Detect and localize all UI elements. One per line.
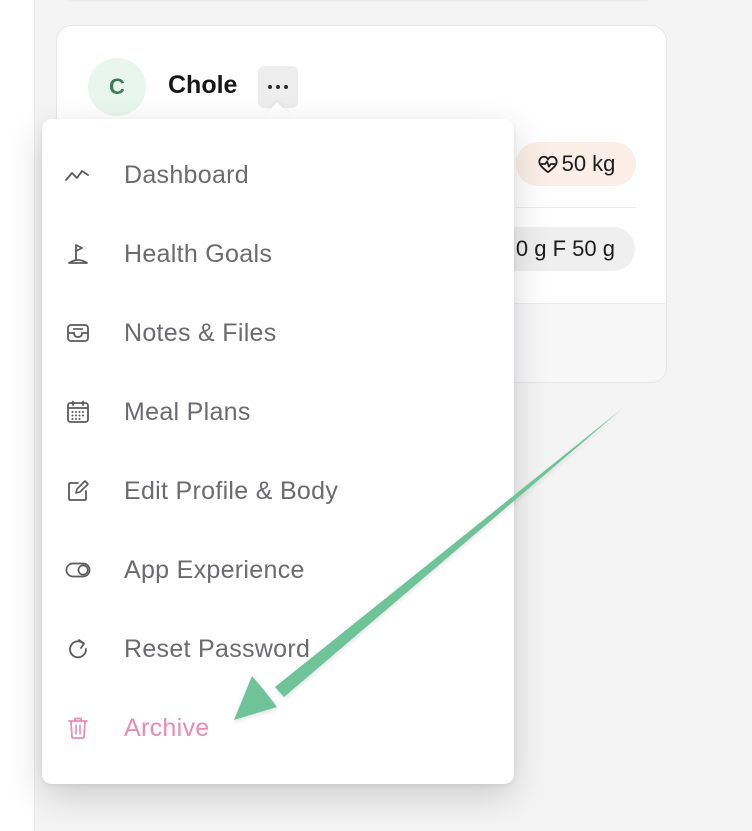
more-options-button[interactable] — [258, 66, 298, 108]
calendar-icon — [65, 399, 91, 425]
trend-line-icon — [65, 162, 91, 188]
weight-badge: 50 kg — [516, 142, 636, 186]
menu-item-label: Notes & Files — [124, 318, 277, 347]
more-dot-icon — [276, 85, 280, 89]
menu-item-label: App Experience — [124, 555, 305, 584]
toggle-icon — [65, 557, 91, 583]
inbox-tray-icon — [65, 320, 91, 346]
menu-item-dashboard[interactable]: Dashboard — [42, 147, 514, 203]
menu-item-label: Reset Password — [124, 634, 311, 663]
menu-item-health-goals[interactable]: Health Goals — [42, 226, 514, 282]
flag-icon — [65, 241, 91, 267]
client-name[interactable]: Chole — [168, 71, 237, 100]
menu-item-label: Archive — [124, 713, 210, 742]
more-dot-icon — [284, 85, 288, 89]
more-dot-icon — [268, 85, 272, 89]
menu-item-edit-profile[interactable]: Edit Profile & Body — [42, 463, 514, 519]
menu-item-reset-password[interactable]: Reset Password — [42, 621, 514, 677]
menu-item-label: Dashboard — [124, 160, 250, 189]
divider — [516, 207, 636, 208]
trash-icon — [65, 715, 91, 741]
left-rail — [0, 0, 35, 831]
menu-item-label: Meal Plans — [124, 397, 251, 426]
weight-value: 50 kg — [561, 151, 616, 176]
menu-item-meal-plans[interactable]: Meal Plans — [42, 384, 514, 440]
menu-item-notes-files[interactable]: Notes & Files — [42, 305, 514, 361]
avatar[interactable]: C — [88, 58, 146, 116]
menu-item-label: Edit Profile & Body — [124, 476, 339, 505]
menu-item-archive[interactable]: Archive — [42, 700, 514, 756]
actions-menu: Dashboard Health Goals Notes & Files Mea… — [42, 119, 514, 784]
menu-item-app-experience[interactable]: App Experience — [42, 542, 514, 598]
edit-square-icon — [65, 478, 91, 504]
refresh-icon — [65, 636, 91, 662]
menu-item-label: Health Goals — [124, 239, 273, 268]
macros-value: 0 g F 50 g — [515, 236, 615, 261]
heart-pulse-icon — [537, 155, 558, 174]
